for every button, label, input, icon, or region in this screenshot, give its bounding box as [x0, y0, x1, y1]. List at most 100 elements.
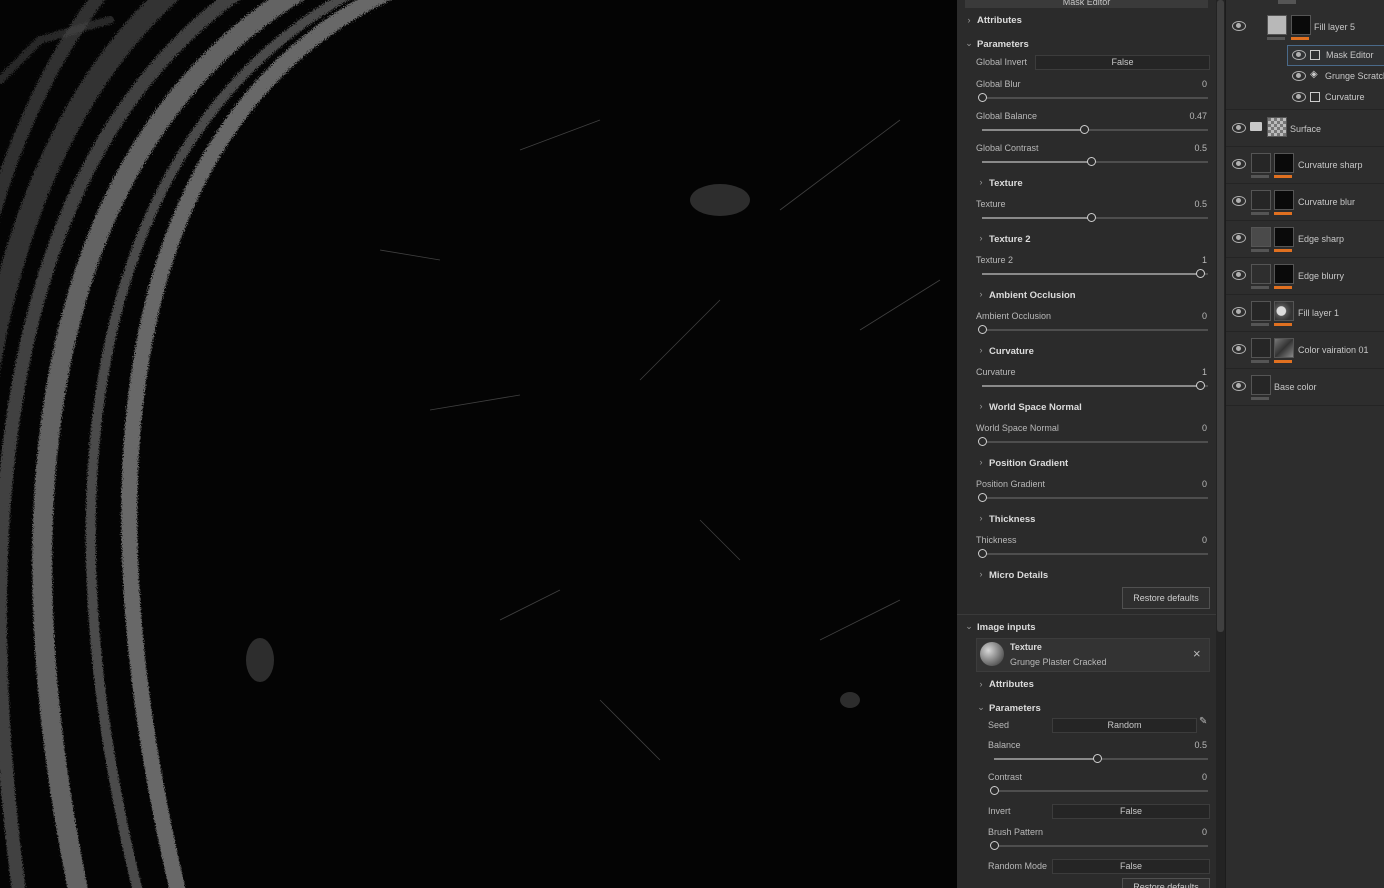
mask-editor-button[interactable]: Mask Editor	[965, 0, 1208, 8]
invert-dropdown[interactable]: False	[1052, 804, 1210, 819]
texture-2-value[interactable]: 1	[1167, 255, 1207, 265]
thickness-slider[interactable]	[978, 549, 1208, 558]
eye-icon[interactable]	[1232, 123, 1246, 133]
properties-scrollbar[interactable]	[1216, 0, 1225, 888]
chevron-right-icon[interactable]: ›	[976, 233, 986, 243]
chevron-right-icon[interactable]: ›	[964, 15, 974, 25]
texture-2-slider[interactable]	[982, 269, 1208, 278]
parameters-header[interactable]: Parameters	[977, 39, 1029, 50]
world-space-normal-value[interactable]: 0	[1167, 423, 1207, 433]
layer-base-color[interactable]: Base color	[1226, 369, 1384, 406]
contrast-slider[interactable]	[990, 786, 1208, 795]
chevron-down-icon[interactable]: ⌄	[964, 621, 974, 632]
slider-handle[interactable]	[990, 841, 999, 850]
chevron-right-icon[interactable]: ›	[976, 679, 986, 689]
sub-item-curvature[interactable]: Curvature	[1288, 88, 1384, 106]
slider-handle[interactable]	[1093, 754, 1102, 763]
image-inputs-header[interactable]: Image inputs	[977, 622, 1036, 633]
global-contrast-value[interactable]: 0.5	[1167, 143, 1207, 153]
random-mode-dropdown[interactable]: False	[1052, 859, 1210, 874]
chevron-right-icon[interactable]: ›	[976, 345, 986, 355]
chevron-down-icon[interactable]: ⌄	[976, 702, 986, 713]
eye-icon[interactable]	[1232, 159, 1246, 169]
seed-field[interactable]: Random	[1052, 718, 1197, 733]
world-space-normal-section-header[interactable]: World Space Normal	[989, 402, 1082, 413]
sub-attributes-header[interactable]: Attributes	[989, 679, 1034, 690]
texture-section-header[interactable]: Texture	[989, 178, 1023, 189]
eye-icon[interactable]	[1232, 21, 1246, 31]
chevron-right-icon[interactable]: ›	[976, 457, 986, 467]
eye-icon[interactable]	[1232, 344, 1246, 354]
chevron-right-icon[interactable]: ›	[976, 569, 986, 579]
attributes-header[interactable]: Attributes	[977, 15, 1022, 26]
thickness-section-header[interactable]: Thickness	[989, 514, 1035, 525]
ambient-occlusion-section-header[interactable]: Ambient Occlusion	[989, 290, 1076, 301]
world-space-normal-slider[interactable]	[978, 437, 1208, 446]
layer-color-vairation-01[interactable]: Color vairation 01	[1226, 332, 1384, 369]
sub-item-mask-editor[interactable]: Mask Editor	[1287, 45, 1384, 66]
eye-icon[interactable]	[1232, 196, 1246, 206]
brush-pattern-value[interactable]: 0	[1167, 827, 1207, 837]
eye-icon[interactable]	[1292, 92, 1306, 102]
global-blur-value[interactable]: 0	[1167, 79, 1207, 89]
texture-2-section-header[interactable]: Texture 2	[989, 234, 1031, 245]
slider-handle[interactable]	[978, 437, 987, 446]
curvature-section-header[interactable]: Curvature	[989, 346, 1034, 357]
ambient-occlusion-slider[interactable]	[978, 325, 1208, 334]
balance-value[interactable]: 0.5	[1167, 740, 1207, 750]
contrast-value[interactable]: 0	[1167, 772, 1207, 782]
sub-item-grunge-scratch[interactable]: ◈ Grunge Scratch	[1288, 67, 1384, 85]
texture-value[interactable]: 0.5	[1167, 199, 1207, 209]
layer-curvature-blur[interactable]: Curvature blur	[1226, 184, 1384, 221]
viewport-canvas[interactable]	[0, 0, 957, 888]
scrollbar-thumb[interactable]	[1217, 0, 1224, 632]
eye-icon[interactable]	[1232, 307, 1246, 317]
slider-handle[interactable]	[1087, 213, 1096, 222]
layer-edge-blurry[interactable]: Edge blurry	[1226, 258, 1384, 295]
chevron-right-icon[interactable]: ›	[976, 401, 986, 411]
slider-handle[interactable]	[1080, 125, 1090, 134]
texture-slider[interactable]	[982, 213, 1208, 222]
position-gradient-value[interactable]: 0	[1167, 479, 1207, 489]
eye-icon[interactable]	[1232, 381, 1246, 391]
slider-handle[interactable]	[978, 493, 987, 502]
global-balance-slider[interactable]	[982, 125, 1208, 134]
slider-handle[interactable]	[978, 325, 987, 334]
curvature-value[interactable]: 1	[1167, 367, 1207, 377]
curvature-slider[interactable]	[982, 381, 1208, 390]
layer-fill-layer-5[interactable]: Fill layer 5 Mask Editor ◈ Grunge Scratc…	[1226, 8, 1384, 110]
eye-icon[interactable]	[1292, 50, 1306, 60]
global-blur-slider[interactable]	[978, 93, 1208, 102]
global-balance-value[interactable]: 0.47	[1167, 111, 1207, 121]
restore-defaults-button-2[interactable]: Restore defaults	[1122, 878, 1210, 888]
global-contrast-slider[interactable]	[982, 157, 1208, 166]
slider-handle[interactable]	[1196, 381, 1205, 390]
balance-slider[interactable]	[994, 754, 1208, 763]
micro-details-section-header[interactable]: Micro Details	[989, 570, 1048, 581]
slider-handle[interactable]	[990, 786, 999, 795]
slider-handle[interactable]	[1196, 269, 1205, 278]
chevron-right-icon[interactable]: ›	[976, 177, 986, 187]
close-icon[interactable]: ×	[1193, 646, 1201, 661]
ambient-occlusion-value[interactable]: 0	[1167, 311, 1207, 321]
layer-surface[interactable]: Surface	[1226, 110, 1384, 147]
sub-parameters-header[interactable]: Parameters	[989, 703, 1041, 714]
brush-pattern-slider[interactable]	[990, 841, 1208, 850]
slider-handle[interactable]	[978, 549, 987, 558]
chevron-right-icon[interactable]: ›	[976, 289, 986, 299]
layer-fill-layer-1[interactable]: Fill layer 1	[1226, 295, 1384, 332]
global-invert-dropdown[interactable]: False	[1035, 55, 1210, 70]
thickness-value[interactable]: 0	[1167, 535, 1207, 545]
chevron-right-icon[interactable]: ›	[976, 513, 986, 523]
position-gradient-section-header[interactable]: Position Gradient	[989, 458, 1068, 469]
layer-edge-sharp[interactable]: Edge sharp	[1226, 221, 1384, 258]
texture-input-card[interactable]: Texture Grunge Plaster Cracked ×	[976, 638, 1210, 672]
restore-defaults-button[interactable]: Restore defaults	[1122, 587, 1210, 609]
eye-icon[interactable]	[1232, 270, 1246, 280]
eye-icon[interactable]	[1232, 233, 1246, 243]
layer-curvature-sharp[interactable]: Curvature sharp	[1226, 147, 1384, 184]
slider-handle[interactable]	[978, 93, 987, 102]
pencil-icon[interactable]: ✎	[1199, 716, 1207, 727]
chevron-down-icon[interactable]: ⌄	[964, 38, 974, 49]
eye-icon[interactable]	[1292, 71, 1306, 81]
